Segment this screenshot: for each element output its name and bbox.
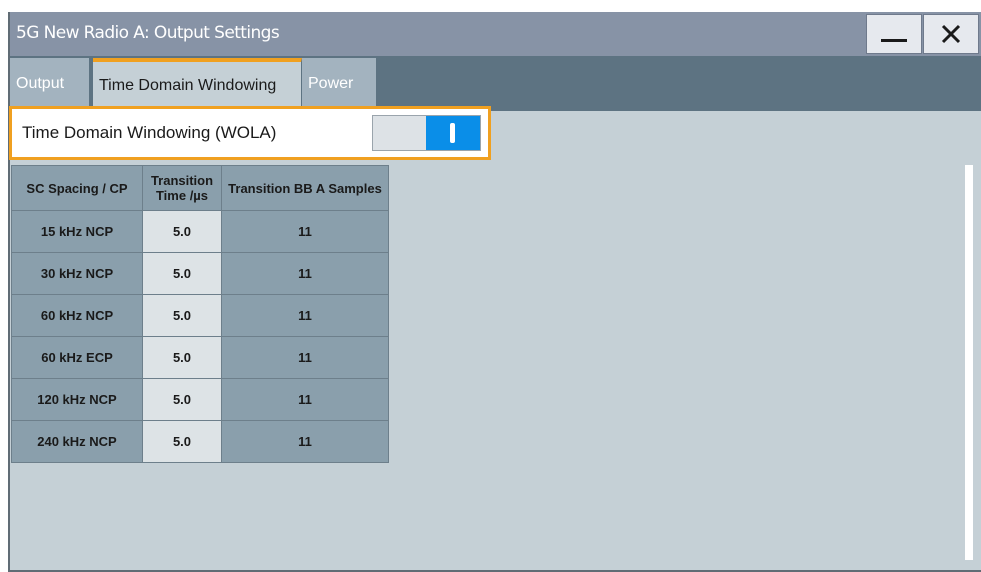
window-title: 5G New Radio A: Output Settings xyxy=(16,23,280,43)
minimize-button[interactable] xyxy=(866,14,922,54)
sc-spacing-cell: 30 kHz NCP xyxy=(11,252,143,295)
tab-time-domain-windowing[interactable]: Time Domain Windowing xyxy=(93,58,302,109)
toggle-on-icon xyxy=(450,123,455,143)
transition-table: SC Spacing / CP Transition Time /µs Tran… xyxy=(11,165,389,463)
table-row: 60 kHz NCP 5.0 11 xyxy=(11,294,389,337)
table-row: 15 kHz NCP 5.0 11 xyxy=(11,210,389,253)
toggle-on-indicator xyxy=(426,116,480,150)
samples-cell: 11 xyxy=(221,294,389,337)
tab-bar: Output Time Domain Windowing Power xyxy=(10,56,981,111)
sc-spacing-cell: 60 kHz ECP xyxy=(11,336,143,379)
close-icon xyxy=(941,24,961,44)
samples-cell: 11 xyxy=(221,336,389,379)
tab-label: Output xyxy=(16,74,65,92)
transition-time-input[interactable]: 5.0 xyxy=(142,336,222,379)
wola-setting-row: Time Domain Windowing (WOLA) xyxy=(9,106,491,160)
table-row: 120 kHz NCP 5.0 11 xyxy=(11,378,389,421)
tab-label: Power xyxy=(308,74,354,92)
header-sc-spacing: SC Spacing / CP xyxy=(11,165,143,211)
samples-cell: 11 xyxy=(221,210,389,253)
table-row: 240 kHz NCP 5.0 11 xyxy=(11,420,389,463)
sc-spacing-cell: 120 kHz NCP xyxy=(11,378,143,421)
tab-output[interactable]: Output xyxy=(10,58,90,109)
table-row: 60 kHz ECP 5.0 11 xyxy=(11,336,389,379)
table-row: 30 kHz NCP 5.0 11 xyxy=(11,252,389,295)
sc-spacing-cell: 15 kHz NCP xyxy=(11,210,143,253)
tab-power[interactable]: Power xyxy=(302,58,377,109)
samples-cell: 11 xyxy=(221,378,389,421)
table-header-row: SC Spacing / CP Transition Time /µs Tran… xyxy=(11,165,389,211)
transition-time-input[interactable]: 5.0 xyxy=(142,210,222,253)
transition-time-input[interactable]: 5.0 xyxy=(142,294,222,337)
sc-spacing-cell: 60 kHz NCP xyxy=(11,294,143,337)
close-button[interactable] xyxy=(923,14,979,54)
title-bar[interactable]: 5G New Radio A: Output Settings xyxy=(10,12,981,56)
tab-label: Time Domain Windowing xyxy=(99,76,277,94)
samples-cell: 11 xyxy=(221,252,389,295)
header-transition-time: Transition Time /µs xyxy=(142,165,222,211)
samples-cell: 11 xyxy=(221,420,389,463)
header-transition-samples: Transition BB A Samples xyxy=(221,165,389,211)
sc-spacing-cell: 240 kHz NCP xyxy=(11,420,143,463)
transition-time-input[interactable]: 5.0 xyxy=(142,420,222,463)
minimize-icon xyxy=(881,39,907,42)
wola-toggle[interactable] xyxy=(372,115,481,151)
transition-time-input[interactable]: 5.0 xyxy=(142,252,222,295)
wola-label: Time Domain Windowing (WOLA) xyxy=(22,123,277,142)
transition-time-input[interactable]: 5.0 xyxy=(142,378,222,421)
